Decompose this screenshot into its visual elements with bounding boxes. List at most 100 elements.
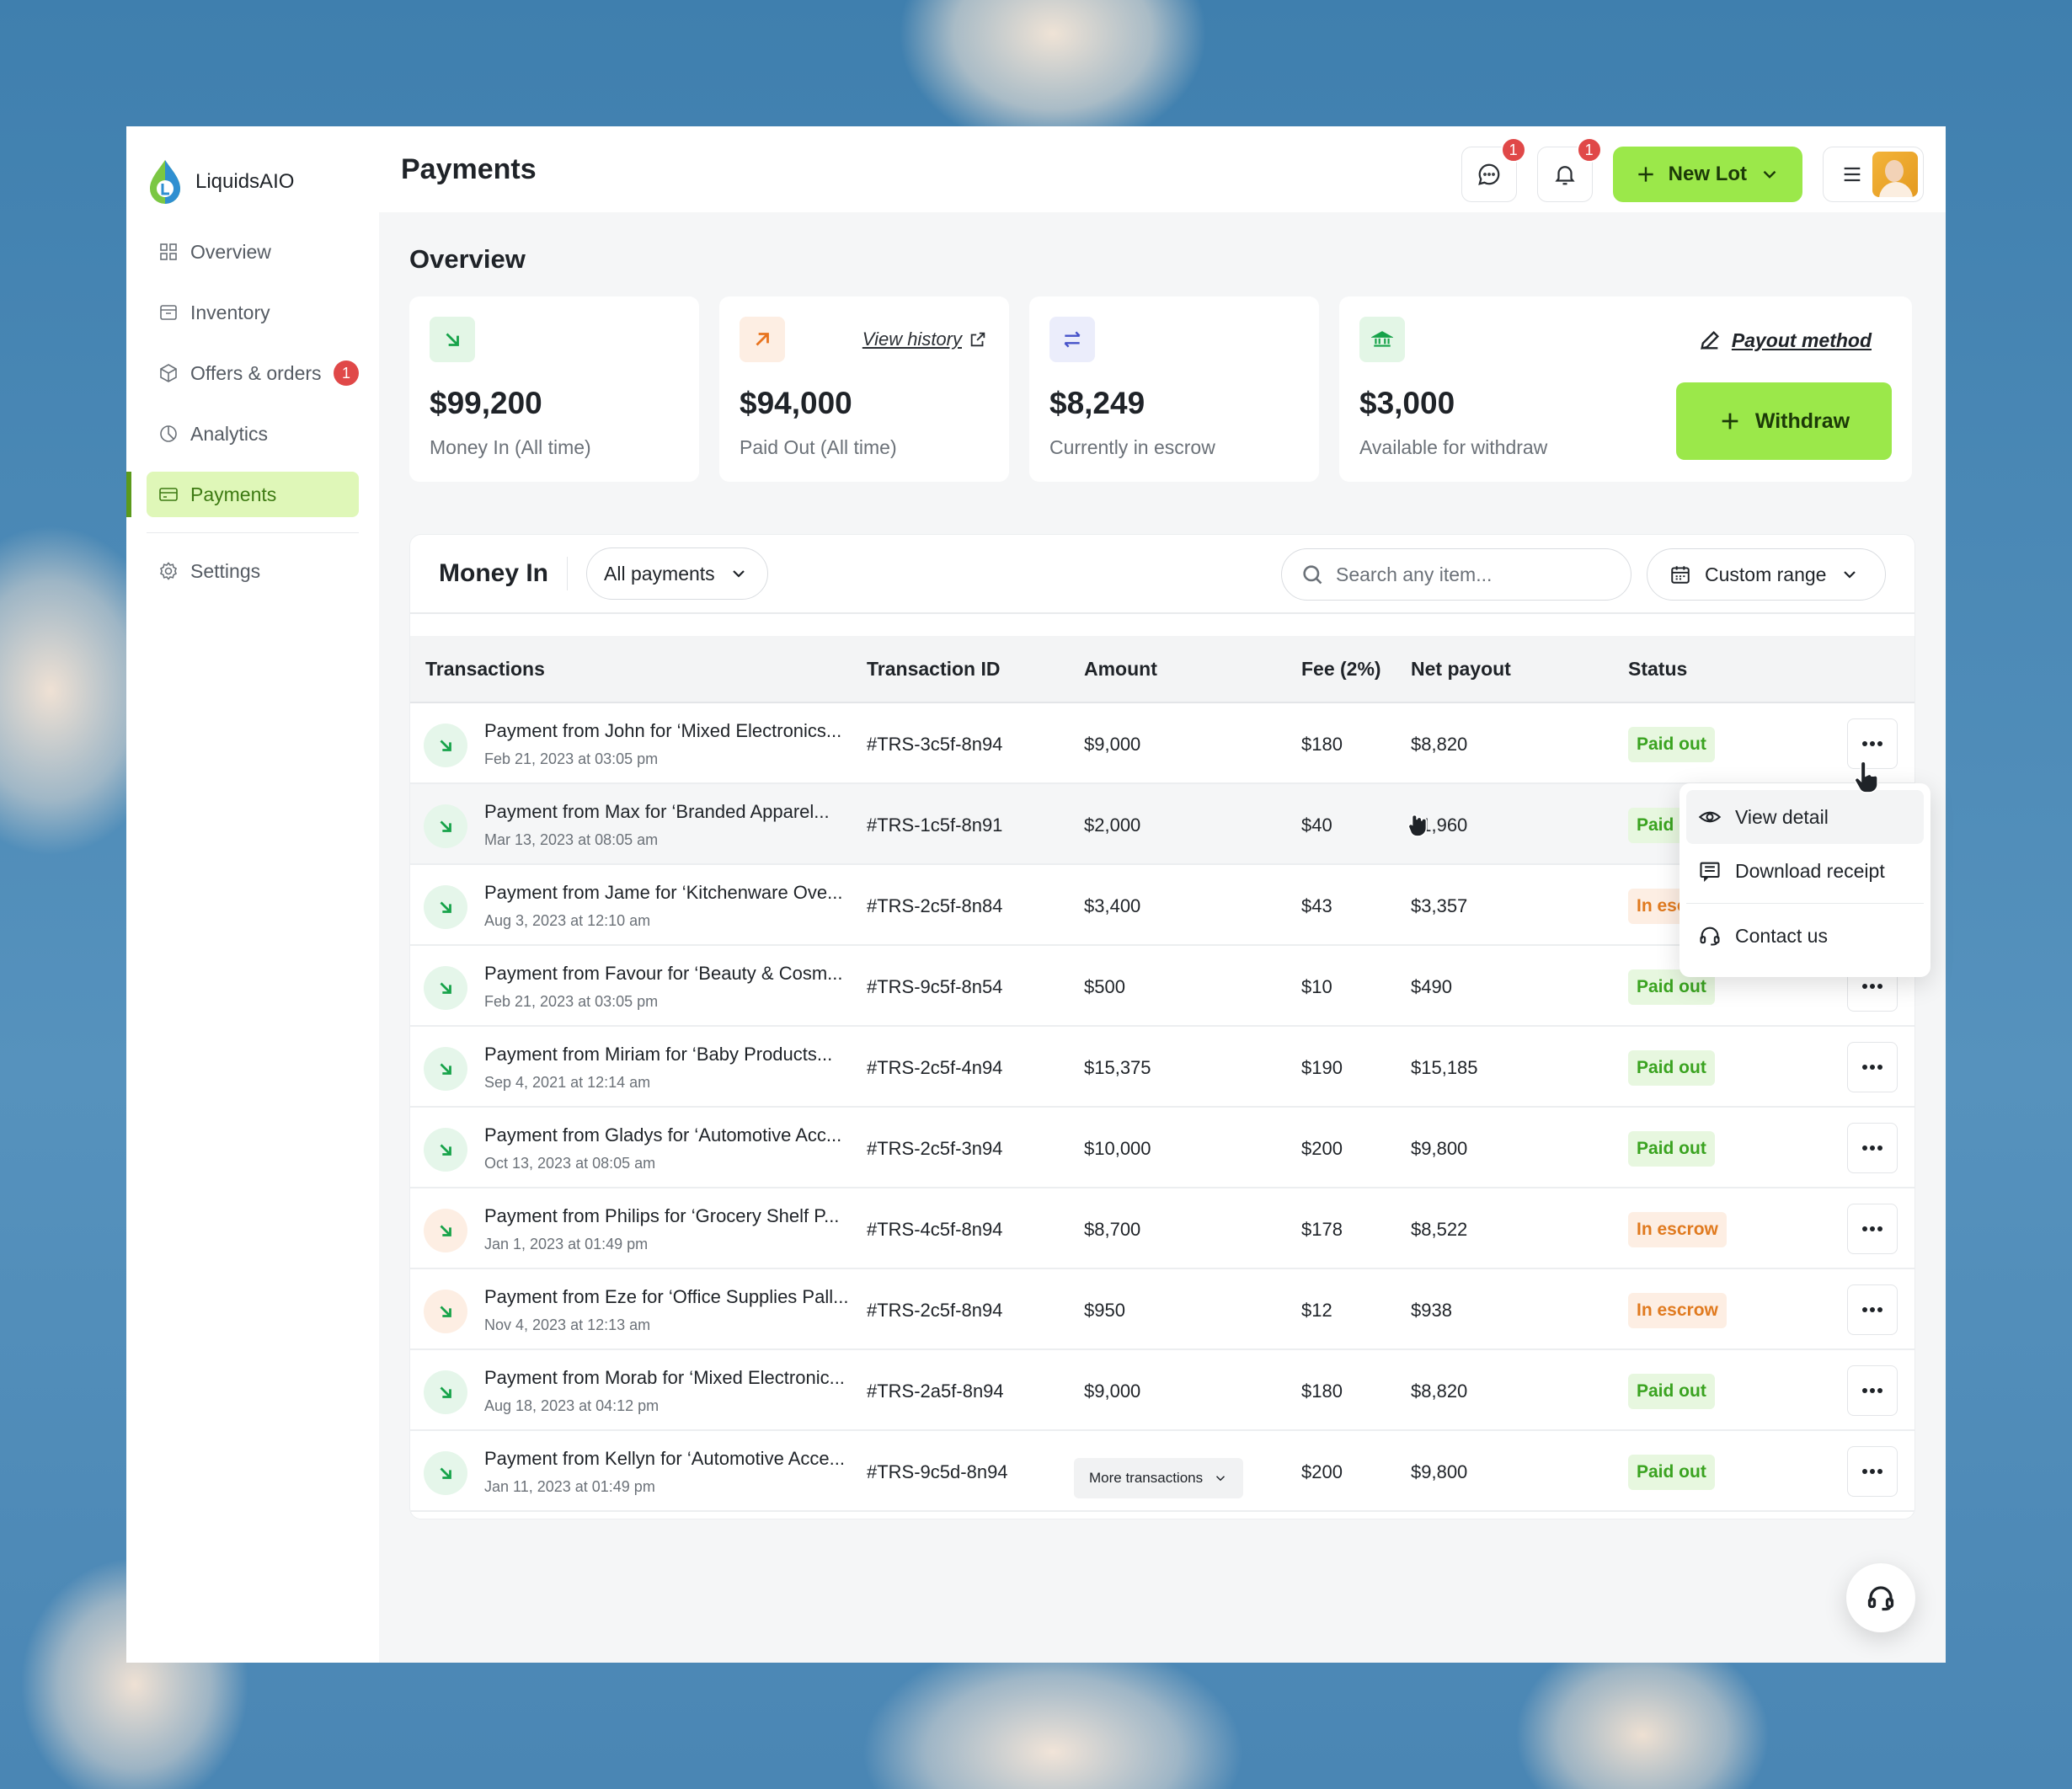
- table-row[interactable]: Payment from John for ‘Mixed Electronics…: [410, 703, 1914, 784]
- table-row[interactable]: Payment from Gladys for ‘Automotive Acc.…: [410, 1108, 1914, 1188]
- incoming-arrow-icon: [424, 1370, 467, 1414]
- sidebar-item-label: Overview: [190, 240, 271, 263]
- calendar-icon: [1671, 566, 1690, 584]
- more-dots-icon: [1862, 741, 1882, 746]
- card-label: Money In (All time): [430, 436, 591, 458]
- column-header[interactable]: Fee (2%): [1301, 658, 1381, 681]
- new-lot-button[interactable]: New Lot: [1612, 147, 1802, 202]
- transaction-id: #TRS-2c5f-8n94: [867, 1300, 1003, 1321]
- amount: $3,400: [1084, 895, 1141, 916]
- transaction-id: #TRS-9c5d-8n94: [867, 1461, 1008, 1482]
- card-label: Available for withdraw: [1359, 436, 1548, 458]
- menu-item-download-receipt[interactable]: Download receipt: [1686, 844, 1924, 898]
- eye-icon: [1698, 811, 1722, 823]
- card-value: $3,000: [1359, 386, 1455, 420]
- sidebar-item-settings[interactable]: Settings: [147, 548, 359, 594]
- net-payout: $8,820: [1411, 1380, 1468, 1402]
- sidebar-item-label: Inventory: [190, 301, 270, 323]
- column-header[interactable]: Status: [1628, 658, 1687, 681]
- sidebar-item-payments[interactable]: Payments: [126, 472, 359, 517]
- row-actions-menu: View detail Download receipt Contact us: [1679, 783, 1930, 977]
- grid-icon: [160, 243, 177, 260]
- filter-value: All payments: [604, 562, 715, 585]
- payment-filter-select[interactable]: All payments: [586, 547, 768, 600]
- menu-item-contact-us[interactable]: Contact us: [1686, 909, 1924, 963]
- status-badge: Paid out: [1628, 727, 1715, 762]
- messages-button[interactable]: 1: [1461, 137, 1526, 202]
- net-payout: $8,522: [1411, 1219, 1468, 1240]
- transaction-title[interactable]: Payment from Miriam for ‘Baby Products..…: [484, 1044, 832, 1065]
- external-link-icon: [970, 332, 985, 347]
- fee: $40: [1301, 814, 1332, 836]
- sidebar: LiquidsAIO Overview Inventory Offers & o…: [126, 126, 379, 1663]
- profile-menu-button[interactable]: [1823, 147, 1924, 202]
- withdraw-button[interactable]: Withdraw: [1676, 382, 1892, 460]
- amount: $10,000: [1084, 1138, 1151, 1159]
- row-more-button[interactable]: [1847, 1123, 1898, 1173]
- sidebar-item-offers-orders[interactable]: Offers & orders 1: [147, 350, 359, 396]
- view-history-label: View history: [862, 328, 962, 350]
- view-history-link[interactable]: View history: [862, 328, 987, 350]
- sidebar-item-inventory[interactable]: Inventory: [147, 290, 359, 335]
- sidebar-nav: Overview Inventory Offers & orders 1 Ana…: [126, 229, 359, 609]
- active-indicator: [126, 472, 131, 517]
- search-field[interactable]: [1281, 548, 1631, 601]
- table-row[interactable]: Payment from Philips for ‘Grocery Shelf …: [410, 1188, 1914, 1269]
- transaction-title[interactable]: Payment from Favour for ‘Beauty & Cosm..…: [484, 963, 842, 985]
- transaction-date: Jan 1, 2023 at 01:49 pm: [484, 1236, 649, 1252]
- transaction-id: #TRS-2c5f-8n84: [867, 895, 1003, 916]
- row-more-button[interactable]: [1847, 1446, 1898, 1497]
- divider: [147, 532, 359, 533]
- transaction-title[interactable]: Payment from John for ‘Mixed Electronics…: [484, 720, 841, 742]
- transaction-title[interactable]: Payment from Jame for ‘Kitchenware Ove..…: [484, 882, 843, 904]
- date-range-select[interactable]: Custom range: [1647, 548, 1886, 601]
- plus-icon: [1722, 413, 1738, 430]
- transaction-title[interactable]: Payment from Philips for ‘Grocery Shelf …: [484, 1205, 839, 1227]
- transaction-date: Sep 4, 2021 at 12:14 am: [484, 1074, 651, 1091]
- withdraw-label: Withdraw: [1754, 409, 1850, 433]
- column-header[interactable]: Transaction ID: [867, 658, 1000, 681]
- transaction-title[interactable]: Payment from Kellyn for ‘Automotive Acce…: [484, 1448, 845, 1470]
- menu-divider: [1686, 903, 1924, 904]
- transaction-title[interactable]: Payment from Max for ‘Branded Apparel...: [484, 801, 830, 823]
- fee: $190: [1301, 1057, 1343, 1078]
- menu-item-view-detail[interactable]: View detail: [1686, 790, 1924, 844]
- notifications-badge: 1: [1576, 137, 1602, 163]
- receipt-icon: [1700, 862, 1720, 883]
- transaction-title[interactable]: Payment from Gladys for ‘Automotive Acc.…: [484, 1124, 841, 1146]
- payout-method-link[interactable]: Payout method: [1698, 328, 1872, 352]
- sidebar-item-analytics[interactable]: Analytics: [147, 411, 359, 457]
- incoming-arrow-icon: [424, 1451, 467, 1495]
- table-row[interactable]: Payment from Eze for ‘Office Supplies Pa…: [410, 1269, 1914, 1350]
- notifications-button[interactable]: 1: [1536, 137, 1602, 202]
- incoming-arrow-icon: [424, 966, 467, 1010]
- sidebar-item-label: Analytics: [190, 422, 269, 445]
- row-more-button[interactable]: [1847, 1365, 1898, 1416]
- sidebar-item-label: Offers & orders: [190, 361, 322, 384]
- more-dots-icon: [1862, 1226, 1882, 1231]
- transaction-id: #TRS-2c5f-3n94: [867, 1138, 1003, 1159]
- row-more-button[interactable]: [1847, 1042, 1898, 1092]
- card-icon: [159, 488, 178, 501]
- amount: $500: [1084, 976, 1125, 997]
- transaction-title[interactable]: Payment from Morab for ‘Mixed Electronic…: [484, 1367, 845, 1389]
- row-more-button[interactable]: [1847, 1284, 1898, 1335]
- row-more-button[interactable]: [1847, 1204, 1898, 1254]
- search-input[interactable]: [1336, 563, 1605, 586]
- support-chat-button[interactable]: [1846, 1563, 1915, 1632]
- table-row[interactable]: Payment from Morab for ‘Mixed Electronic…: [410, 1350, 1914, 1431]
- column-header[interactable]: Amount: [1084, 658, 1157, 681]
- column-header[interactable]: Transactions: [425, 658, 545, 681]
- sidebar-item-overview[interactable]: Overview: [147, 229, 359, 275]
- sidebar-item-label: Payments: [190, 483, 277, 505]
- column-header[interactable]: Net payout: [1411, 658, 1511, 681]
- logo[interactable]: LiquidsAIO: [147, 158, 294, 206]
- net-payout: $938: [1411, 1300, 1452, 1321]
- bank-icon: [1359, 317, 1405, 362]
- table-row[interactable]: Payment from Miriam for ‘Baby Products..…: [410, 1027, 1914, 1108]
- transaction-date: Aug 3, 2023 at 12:10 am: [484, 912, 651, 929]
- more-transactions-button[interactable]: More transactions: [1074, 1458, 1244, 1498]
- chevron-down-icon: [1216, 1476, 1226, 1482]
- transaction-title[interactable]: Payment from Eze for ‘Office Supplies Pa…: [484, 1286, 848, 1308]
- transaction-id: #TRS-2c5f-4n94: [867, 1057, 1003, 1078]
